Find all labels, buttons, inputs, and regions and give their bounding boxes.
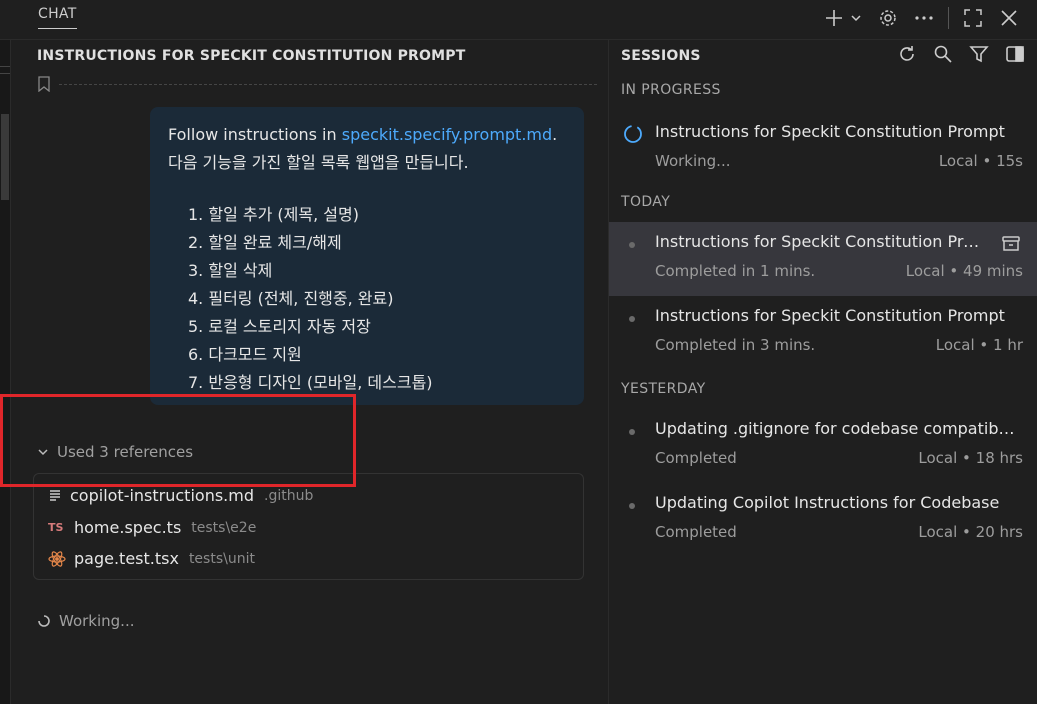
section-today: TODAY — [621, 194, 671, 210]
maximize-icon[interactable] — [959, 4, 987, 32]
toggle-panel-icon[interactable] — [1001, 40, 1029, 68]
typescript-icon: TS — [48, 521, 64, 534]
editor-gutter — [0, 40, 11, 704]
list-item: 7. 반응형 디자인 (모바일, 데스크톱) — [188, 373, 433, 392]
scrollbar-thumb[interactable] — [1, 114, 9, 200]
chat-pane: INSTRUCTIONS FOR SPECKIT CONSTITUTION PR… — [11, 40, 607, 704]
reference-item[interactable]: TS home.spec.ts tests\e2e — [48, 518, 256, 537]
sessions-title: SESSIONS — [621, 48, 701, 64]
session-dot — [629, 316, 635, 322]
gear-icon[interactable] — [874, 4, 902, 32]
bookmark-icon[interactable] — [37, 76, 51, 92]
toolbar-separator — [948, 7, 949, 29]
list-item: 6. 다크모드 지원 — [188, 345, 302, 364]
section-yesterday: YESTERDAY — [621, 381, 706, 397]
chat-title: INSTRUCTIONS FOR SPECKIT CONSTITUTION PR… — [37, 48, 466, 64]
sessions-pane: SESSIONS IN PROGRESS Instructions for Sp… — [608, 40, 1037, 704]
session-dot — [629, 429, 635, 435]
session-item[interactable]: Updating .gitignore for codebase compati… — [609, 409, 1037, 483]
gutter-mark — [0, 66, 10, 74]
feature-list: 1. 할일 추가 (제목, 설명) 2. 할일 완료 체크/해제 3. 할일 삭… — [168, 201, 566, 397]
spinner-icon — [624, 125, 642, 143]
section-in-progress: IN PROGRESS — [621, 82, 721, 98]
close-icon[interactable] — [995, 4, 1023, 32]
list-item: 3. 할일 삭제 — [188, 261, 273, 280]
session-item[interactable]: Updating Copilot Instructions for Codeba… — [609, 483, 1037, 557]
list-item: 5. 로컬 스토리지 자동 저장 — [188, 317, 371, 336]
archive-icon[interactable] — [1001, 234, 1021, 254]
ellipsis-icon[interactable] — [910, 4, 938, 32]
list-item: 4. 필터링 (전체, 진행중, 완료) — [188, 289, 394, 308]
list-item: 2. 할일 완료 체크/해제 — [188, 233, 342, 252]
plus-icon[interactable] — [820, 4, 848, 32]
reference-item[interactable]: copilot-instructions.md .github — [48, 486, 313, 505]
reference-item[interactable]: page.test.tsx tests\unit — [48, 549, 255, 568]
working-status: Working... — [37, 612, 134, 630]
top-actions — [820, 4, 1023, 32]
search-icon[interactable] — [929, 40, 957, 68]
top-bar: CHAT — [0, 0, 1037, 40]
checkpoint-divider — [59, 84, 597, 85]
list-item: 1. 할일 추가 (제목, 설명) — [188, 205, 359, 224]
refresh-icon[interactable] — [893, 40, 921, 68]
spinner-icon — [38, 615, 50, 627]
user-message-bubble: Follow instructions in speckit.specify.p… — [150, 107, 584, 405]
tab-chat[interactable]: CHAT — [38, 6, 77, 29]
react-icon — [48, 550, 66, 567]
session-item[interactable]: Instructions for Speckit Constitution Pr… — [609, 296, 1037, 370]
message-line-1: Follow instructions in speckit.specify.p… — [168, 125, 558, 144]
checkpoint-row — [37, 76, 597, 92]
highlight-annotation-box — [0, 394, 356, 487]
session-dot — [629, 503, 635, 509]
session-dot — [629, 242, 635, 248]
chevron-down-icon[interactable] — [848, 4, 864, 32]
filter-icon[interactable] — [965, 40, 993, 68]
message-line-2: 다음 기능을 가진 할일 목록 웹앱을 만듭니다. — [168, 153, 469, 172]
prompt-file-link[interactable]: speckit.specify.prompt.md — [342, 125, 552, 144]
session-item[interactable]: Instructions for Speckit Constitution Pr… — [609, 112, 1037, 186]
references-list: copilot-instructions.md .github TS home.… — [33, 473, 584, 580]
sessions-actions — [893, 40, 1029, 68]
file-lines-icon — [50, 489, 60, 501]
session-item-selected[interactable]: Instructions for Speckit Constitution Pr… — [609, 222, 1037, 296]
